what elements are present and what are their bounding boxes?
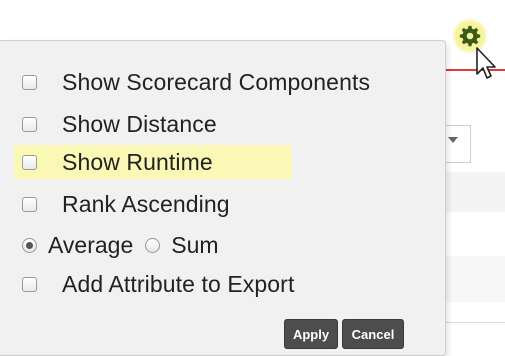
option-label: Show Runtime — [62, 148, 213, 175]
option-label: Show Distance — [62, 110, 217, 137]
show-runtime-checkbox[interactable] — [22, 154, 37, 170]
option-show-runtime[interactable]: Show Runtime — [14, 145, 292, 179]
show-scorecard-components-checkbox[interactable] — [22, 74, 37, 90]
add-attribute-to-export-checkbox[interactable] — [22, 276, 37, 292]
select-caret-icon — [448, 137, 458, 143]
option-label: Show Scorecard Components — [62, 68, 371, 95]
option-label: Rank Ascending — [62, 190, 230, 217]
average-radio[interactable] — [22, 237, 37, 253]
radio-selected-dot — [26, 241, 33, 249]
sum-radio-label[interactable]: Sum — [171, 232, 218, 259]
option-rank-ascending[interactable]: Rank Ascending — [22, 187, 230, 221]
option-label: Add Attribute to Export — [62, 270, 295, 297]
sum-radio[interactable] — [145, 237, 161, 253]
mouse-cursor-icon — [476, 47, 496, 79]
option-add-attribute-to-export[interactable]: Add Attribute to Export — [22, 267, 294, 301]
option-show-distance[interactable]: Show Distance — [22, 107, 217, 141]
rank-ascending-checkbox[interactable] — [22, 196, 37, 212]
gear-icon — [459, 25, 481, 47]
show-distance-checkbox[interactable] — [22, 116, 37, 132]
settings-popup: Show Scorecard Components Show Distance … — [0, 40, 446, 356]
aggregation-radio-group: Average Sum — [22, 228, 219, 262]
apply-button[interactable]: Apply — [284, 319, 338, 349]
option-show-scorecard-components[interactable]: Show Scorecard Components — [22, 65, 370, 99]
cancel-button[interactable]: Cancel — [342, 319, 404, 349]
average-radio-label[interactable]: Average — [48, 232, 133, 259]
